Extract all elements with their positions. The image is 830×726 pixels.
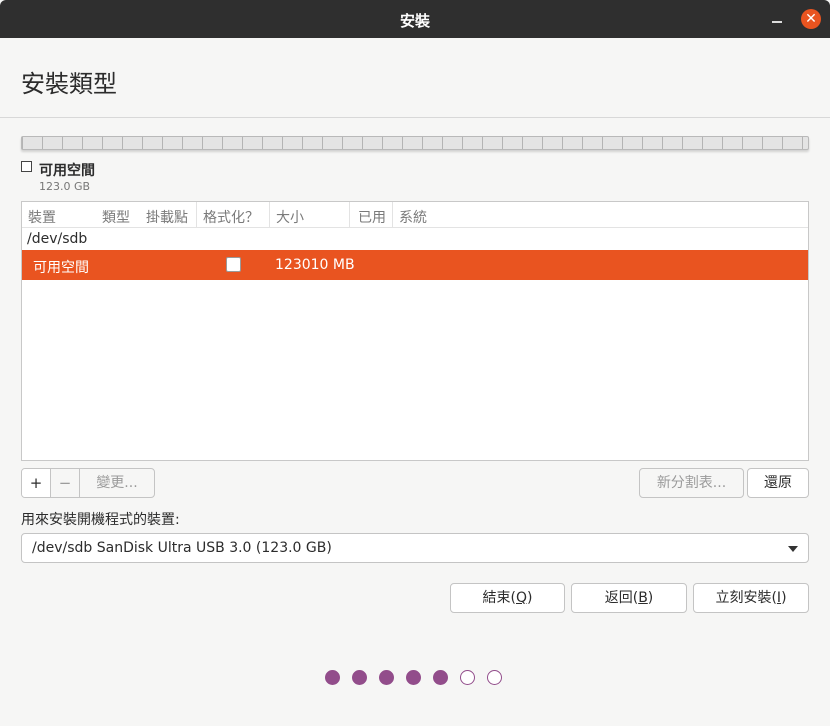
legend-label: 可用空間 bbox=[39, 163, 95, 179]
window-title: 安裝 bbox=[399, 12, 430, 30]
back-label-end: ) bbox=[647, 590, 654, 606]
change-partition-button[interactable]: 變更... bbox=[80, 469, 154, 497]
minimize-icon[interactable] bbox=[768, 10, 786, 28]
quit-label: 結束( bbox=[482, 590, 516, 606]
partition-edit-buttons: + − 變更... bbox=[21, 468, 155, 498]
boot-device-label: 用來安裝開機程式的裝置: bbox=[21, 512, 180, 528]
progress-dot bbox=[433, 670, 448, 685]
row-device: 可用空間 bbox=[33, 260, 89, 276]
boot-device-value: /dev/sdb SanDisk Ultra USB 3.0 (123.0 GB… bbox=[32, 540, 332, 556]
column-header-system[interactable]: 系統 bbox=[392, 202, 427, 228]
free-space-swatch-icon bbox=[21, 161, 32, 172]
install-label: 立刻安裝( bbox=[715, 590, 777, 606]
table-row[interactable]: 可用空間 123010 MB bbox=[22, 250, 808, 280]
table-group-row[interactable]: /dev/sdb bbox=[22, 228, 808, 250]
remove-partition-button[interactable]: − bbox=[51, 469, 80, 497]
column-header-used[interactable]: 已用 bbox=[349, 202, 386, 228]
column-header-device[interactable]: 裝置 bbox=[28, 207, 56, 227]
page-title: 安裝類型 bbox=[21, 70, 117, 98]
close-icon[interactable]: ✕ bbox=[801, 9, 821, 29]
column-header-mount[interactable]: 掛載點 bbox=[146, 207, 188, 227]
boot-device-select[interactable]: /dev/sdb SanDisk Ultra USB 3.0 (123.0 GB… bbox=[21, 533, 809, 563]
table-header: 裝置 類型 掛載點 格式化？ 大小 已用 系統 bbox=[22, 202, 808, 228]
install-label-end: ) bbox=[781, 590, 787, 606]
progress-dot bbox=[352, 670, 367, 685]
chevron-down-icon bbox=[788, 546, 798, 552]
add-partition-button[interactable]: + bbox=[22, 469, 51, 497]
back-label: 返回( bbox=[604, 590, 639, 606]
window-titlebar: 安裝 ✕ bbox=[0, 0, 830, 38]
back-mnemonic: B bbox=[638, 590, 648, 606]
progress-dot bbox=[406, 670, 421, 685]
progress-dot bbox=[379, 670, 394, 685]
quit-label-end: ) bbox=[527, 590, 533, 606]
quit-mnemonic: Q bbox=[515, 590, 528, 606]
revert-button[interactable]: 還原 bbox=[747, 468, 809, 498]
row-size: 123010 MB bbox=[275, 257, 355, 273]
progress-dot bbox=[460, 670, 475, 685]
back-button[interactable]: 返回(B) bbox=[571, 583, 687, 613]
progress-dot bbox=[487, 670, 502, 685]
group-device-label: /dev/sdb bbox=[27, 231, 88, 247]
new-partition-table-button[interactable]: 新分割表... bbox=[639, 468, 744, 498]
column-header-format[interactable]: 格式化？ bbox=[196, 202, 259, 228]
partition-table[interactable]: 裝置 類型 掛載點 格式化？ 大小 已用 系統 /dev/sdb 可用空間 12… bbox=[21, 201, 809, 461]
column-header-size[interactable]: 大小 bbox=[269, 202, 304, 228]
legend-size: 123.0 GB bbox=[39, 180, 91, 193]
partition-bar bbox=[21, 136, 809, 150]
page-header: 安裝類型 bbox=[0, 38, 830, 118]
install-now-button[interactable]: 立刻安裝(I) bbox=[693, 583, 809, 613]
progress-dot bbox=[325, 670, 340, 685]
column-header-type[interactable]: 類型 bbox=[102, 207, 130, 227]
quit-button[interactable]: 結束(Q) bbox=[450, 583, 565, 613]
format-checkbox[interactable] bbox=[226, 257, 241, 272]
